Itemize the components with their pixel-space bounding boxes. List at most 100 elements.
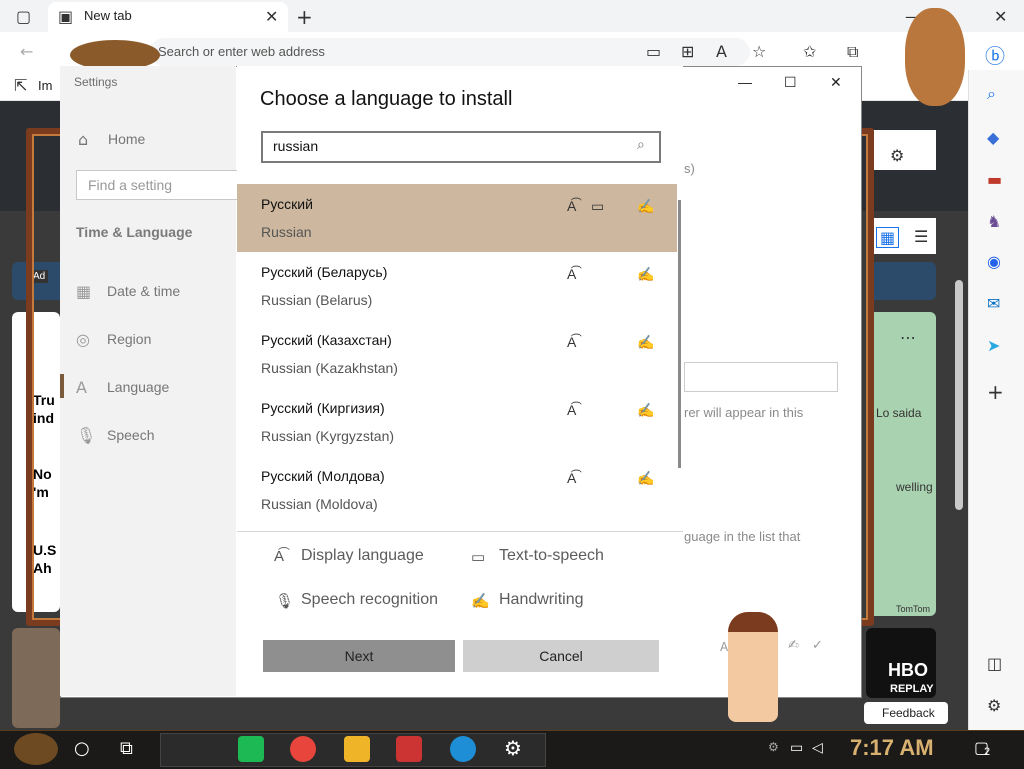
next-button[interactable]: Next: [263, 640, 455, 672]
maximize-icon[interactable]: ☐: [784, 74, 797, 91]
close-tab-icon[interactable]: ✕: [265, 7, 278, 26]
language-native-name: Русский: [261, 196, 313, 212]
settings-app-icon[interactable]: ⚙: [504, 736, 522, 760]
legend-speech-recognition: Speech recognition: [301, 591, 438, 608]
import-favorites-label[interactable]: Im: [38, 78, 52, 93]
add-favorite-icon[interactable]: ☆: [752, 42, 766, 61]
language-list: Русский Russian A͡ ▭ ✍ Русский (Беларусь…: [237, 184, 683, 530]
language-english-name: Russian (Belarus): [261, 292, 373, 308]
settings-gear-icon[interactable]: ⚙: [890, 146, 904, 165]
file-explorer-icon[interactable]: [344, 736, 370, 762]
handwriting-icon: ✍: [637, 470, 655, 486]
language-english-name: Russian (Kyrgyzstan): [261, 428, 395, 444]
edge-icon[interactable]: [450, 736, 476, 762]
background-field: [684, 362, 838, 392]
new-tab-icon[interactable]: +: [296, 5, 313, 29]
handwriting-icon: ✍: [471, 593, 490, 610]
close-icon[interactable]: ✕: [830, 74, 842, 91]
chrome-icon[interactable]: [290, 736, 316, 762]
language-row-belarus[interactable]: Русский (Беларусь) Russian (Belarus) A͡ …: [237, 252, 677, 320]
hbo-logo-text: HBO: [888, 660, 928, 680]
legend-handwriting: Handwriting: [499, 591, 584, 608]
volume-muted-icon[interactable]: ◁: [812, 740, 823, 756]
start-button[interactable]: [14, 733, 58, 765]
pirate-app-icon[interactable]: [396, 736, 422, 762]
close-browser-icon[interactable]: ✕: [994, 7, 1007, 26]
bg-speech-icon: ✓: [812, 638, 823, 653]
language-row-kazakhstan[interactable]: Русский (Казахстан) Russian (Kazakhstan)…: [237, 320, 677, 388]
nav-date-time[interactable]: Date & time: [107, 283, 180, 299]
legend-display-language: Display language: [301, 547, 424, 564]
task-view-icon[interactable]: ⧉: [120, 738, 133, 759]
import-favorites-icon[interactable]: ⇱: [14, 76, 27, 95]
send-icon[interactable]: ➤: [987, 336, 1000, 355]
section-heading: Time & Language: [76, 224, 193, 240]
read-aloud-icon[interactable]: A: [716, 42, 727, 61]
microsoft365-icon[interactable]: ◉: [987, 252, 1001, 271]
games-icon[interactable]: ♞: [987, 212, 1001, 231]
hamster-mascot: [905, 8, 965, 106]
new-tab-page-icon: ▣: [58, 7, 74, 26]
language-icon: A: [76, 378, 87, 397]
outlook-icon[interactable]: ✉: [987, 294, 1000, 313]
handwriting-icon: ✍: [637, 402, 655, 418]
handwriting-icon: ✍: [637, 266, 655, 282]
language-english-name: Russian (Moldova): [261, 496, 378, 512]
dialog-divider: [237, 531, 683, 532]
back-icon[interactable]: ←: [20, 42, 33, 61]
search-circle-icon[interactable]: ○: [74, 738, 90, 759]
add-sidebar-icon[interactable]: +: [987, 380, 1004, 404]
language-row-russian[interactable]: Русский Russian A͡ ▭ ✍: [237, 184, 677, 252]
grid-layout-icon[interactable]: ▦: [876, 227, 900, 248]
text-to-speech-icon: ▭: [471, 549, 486, 566]
language-search-input[interactable]: [261, 131, 661, 163]
cancel-button[interactable]: Cancel: [463, 640, 659, 672]
traffic-map-card[interactable]: [866, 312, 936, 616]
map-label: Lo saida: [876, 406, 922, 420]
favorites-icon[interactable]: ✩: [803, 42, 816, 61]
page-scrollbar[interactable]: [955, 280, 963, 510]
app-available-icon[interactable]: ▭: [646, 42, 661, 61]
nav-region[interactable]: Region: [107, 331, 151, 347]
collections-icon[interactable]: ⧉: [847, 42, 858, 62]
nav-language[interactable]: Language: [107, 379, 169, 395]
hbo-replay-text: REPLAY: [890, 683, 934, 695]
more-options-icon[interactable]: ⋯: [900, 328, 916, 347]
list-layout-icon[interactable]: ☰: [914, 227, 928, 246]
qr-icon[interactable]: ⊞: [681, 42, 694, 61]
language-row-kyrgyzstan[interactable]: Русский (Киргизия) Russian (Kyrgyzstan) …: [237, 388, 677, 456]
bg-handwriting-icon: ✍: [788, 638, 799, 653]
text-to-speech-icon: ▭: [591, 198, 605, 214]
tray-overflow-icon[interactable]: ⚙: [768, 740, 779, 754]
language-english-name: Russian (Kazakhstan): [261, 360, 398, 376]
tools-icon[interactable]: ▬: [987, 170, 1002, 189]
legend-text-to-speech: Text-to-speech: [499, 547, 604, 564]
shopping-tag-icon[interactable]: ◆: [987, 128, 999, 147]
news-image-card[interactable]: [12, 628, 60, 728]
sidebar-settings-icon[interactable]: ⚙: [987, 696, 1001, 715]
nav-speech[interactable]: Speech: [107, 427, 154, 443]
tab-actions-icon[interactable]: ▢: [16, 7, 31, 26]
settings-title: Settings: [74, 75, 118, 89]
minimize-icon[interactable]: —: [738, 74, 752, 90]
background-text: guage in the list that: [684, 529, 801, 544]
network-icon[interactable]: ▭: [790, 740, 803, 756]
speech-icon: 🎙: [76, 426, 97, 445]
bing-copilot-icon[interactable]: ⓑ: [985, 40, 1005, 69]
search-icon[interactable]: ⌕: [987, 84, 996, 104]
notes-app-icon[interactable]: [238, 736, 264, 762]
language-list-scrollbar[interactable]: [678, 200, 681, 468]
taskbar-clock[interactable]: 7:17 AM: [850, 735, 934, 761]
notification-count: 2: [984, 746, 991, 758]
display-language-icon: A͡: [567, 470, 577, 486]
search-icon[interactable]: ⌕: [637, 137, 645, 153]
promo-card[interactable]: [866, 262, 936, 300]
tab-title: New tab: [84, 8, 132, 23]
map-attribution: TomTom: [896, 604, 931, 614]
language-row-moldova[interactable]: Русский (Молдова) Russian (Moldova) A͡ ✍: [237, 456, 677, 524]
display-language-icon: A͡: [567, 334, 577, 350]
bg-display-icon: A: [720, 640, 729, 654]
find-setting-placeholder: Find a setting: [88, 177, 173, 193]
nav-home[interactable]: Home: [108, 131, 145, 147]
sidebar-panel-icon[interactable]: ◫: [987, 654, 1002, 673]
